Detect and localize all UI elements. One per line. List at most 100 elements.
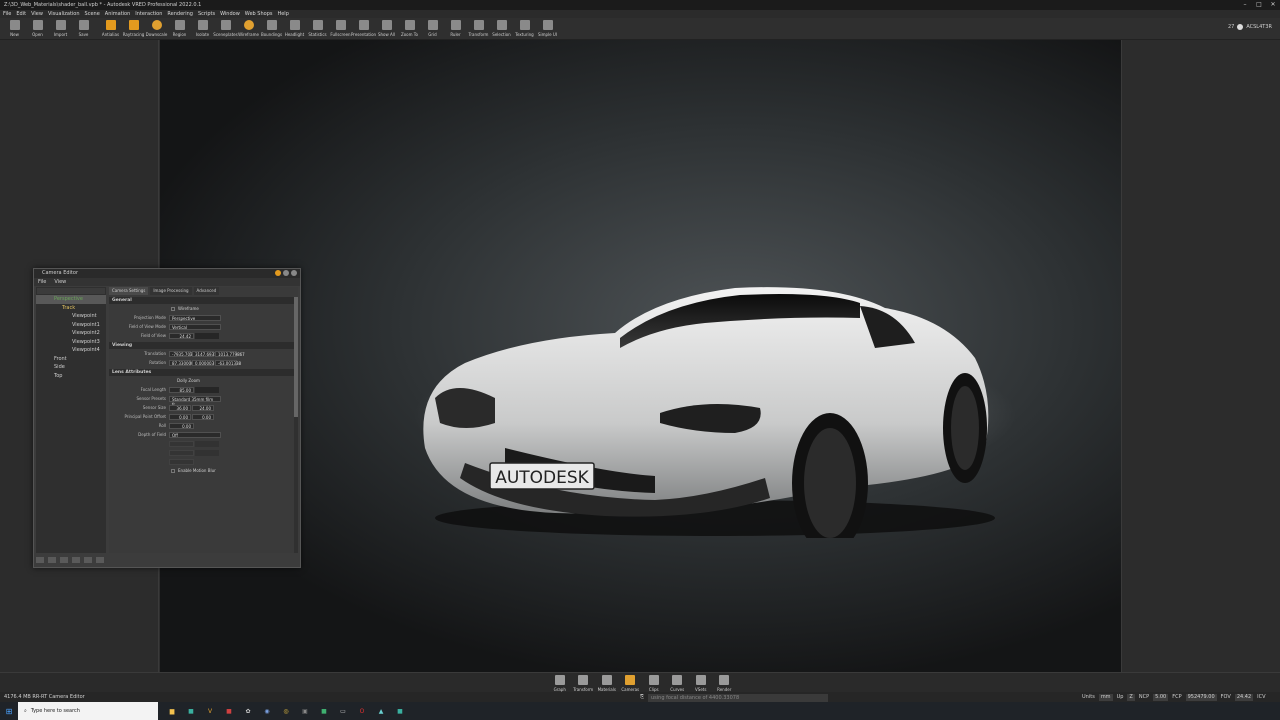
terminal-icon[interactable]: ⎘ [640, 692, 644, 702]
tree-item-track[interactable]: Track [36, 304, 106, 313]
dof-select[interactable]: Off [169, 431, 221, 438]
fcp-input[interactable]: 952479.00 [1185, 694, 1217, 701]
sensor-width-input[interactable]: 36.00 [169, 404, 191, 411]
record-icon[interactable] [96, 557, 104, 563]
app-icon-7[interactable]: ▣ [297, 703, 313, 719]
toolbar-new-button[interactable]: New [3, 18, 26, 40]
tree-item-viewpoint1[interactable]: Viewpoint1 [36, 321, 106, 330]
section-viewing[interactable]: Viewing [109, 342, 298, 349]
section-lens-attributes[interactable]: Lens Attributes [109, 369, 298, 376]
module-materials-button[interactable]: Materials [595, 673, 619, 692]
rotation-x-input[interactable]: 87.330000 [169, 359, 194, 366]
module-cameras-button[interactable]: Cameras [619, 673, 643, 692]
principal-x-input[interactable]: 0.00 [169, 413, 191, 420]
paste-icon[interactable] [84, 557, 92, 563]
app-icon-4[interactable]: ✿ [240, 703, 256, 719]
toolbar-ruler-button[interactable]: Ruler [444, 18, 467, 40]
toolbar-selection-button[interactable]: Selection [490, 18, 513, 40]
fov-input[interactable]: 24.42 [169, 332, 194, 339]
principal-y-input[interactable]: 0.00 [192, 413, 214, 420]
toolbar-downscale-button[interactable]: Downscale [145, 18, 168, 40]
chrome-icon[interactable]: ◎ [278, 703, 294, 719]
toolbar-headlight-button[interactable]: Headlight [283, 18, 306, 40]
toolbar-import-button[interactable]: Import [49, 18, 72, 40]
toolbar-boundings-button[interactable]: Boundings [260, 18, 283, 40]
app-icon-11[interactable]: ▲ [373, 703, 389, 719]
focal-length-input[interactable]: 85.00 [169, 386, 194, 393]
taskbar-search[interactable]: ⌕ Type here to search [18, 702, 158, 720]
tree-item-viewpoint3[interactable]: Viewpoint3 [36, 338, 106, 347]
menu-scene[interactable]: Scene [85, 10, 100, 18]
tree-item-side[interactable]: Side [36, 363, 106, 372]
toolbar-open-button[interactable]: Open [26, 18, 49, 40]
rotation-y-input[interactable]: 0.000003 [192, 359, 214, 366]
toolbar-raytracing-button[interactable]: Raytracing [122, 18, 145, 40]
menu-help[interactable]: Help [277, 10, 288, 18]
toolbar-wireframe-button[interactable]: Wireframe [237, 18, 260, 40]
toolbar-region-button[interactable]: Region [168, 18, 191, 40]
module-clips-button[interactable]: Clips [642, 673, 666, 692]
sensor-presets-select[interactable]: Standard 35mm film fr... [169, 395, 221, 407]
toolbar-grid-button[interactable]: Grid [421, 18, 444, 40]
projection-mode-select[interactable]: Perspective [169, 314, 221, 321]
app-icon-12[interactable]: ■ [392, 703, 408, 719]
camera-menu-file[interactable]: File [38, 278, 46, 286]
menu-web-shops[interactable]: Web Shops [245, 10, 273, 18]
ncp-input[interactable]: 5.00 [1153, 694, 1169, 701]
group-icon[interactable] [48, 557, 56, 563]
opera-icon[interactable]: O [354, 703, 370, 719]
toolbar-isolate-button[interactable]: Isolate [191, 18, 214, 40]
tree-item-viewpoint2[interactable]: Viewpoint2 [36, 329, 106, 338]
toolbar-antialias-button[interactable]: Antialias [99, 18, 122, 40]
toolbar-save-button[interactable]: Save [72, 18, 95, 40]
help-icon[interactable] [275, 270, 281, 276]
tree-item-perspective[interactable]: Perspective [36, 295, 106, 304]
menu-view[interactable]: View [31, 10, 43, 18]
terminal-app-icon[interactable]: ▭ [335, 703, 351, 719]
toolbar-texturing-button[interactable]: Texturing [513, 18, 536, 40]
toolbar-simple-ui-button[interactable]: Simple UI [536, 18, 559, 40]
menu-scripts[interactable]: Scripts [198, 10, 215, 18]
fov-mode-select[interactable]: Vertical [169, 323, 221, 330]
icv-label[interactable]: ICV [1257, 692, 1265, 702]
focal-length-slider[interactable] [195, 386, 219, 393]
toolbar-fullscreen-button[interactable]: Fullscreen [329, 18, 352, 40]
menu-window[interactable]: Window [220, 10, 240, 18]
app-icon-5[interactable]: ◉ [259, 703, 275, 719]
roll-input[interactable]: 0.00 [169, 422, 194, 429]
motion-blur-checkbox[interactable] [171, 468, 175, 473]
tree-item-front[interactable]: Front [36, 355, 106, 364]
tab-advanced[interactable]: Advanced [193, 287, 220, 295]
toolbar-show-all-button[interactable]: Show All [375, 18, 398, 40]
module-vsets-button[interactable]: VSets [689, 673, 713, 692]
menu-visualization[interactable]: Visualization [48, 10, 80, 18]
toolbar-presentation-button[interactable]: Presentation [351, 18, 376, 40]
module-render-button[interactable]: Render [713, 673, 737, 692]
fov-status-input[interactable]: 24.42 [1234, 694, 1254, 701]
tree-search-input[interactable] [37, 288, 105, 294]
delete-icon[interactable] [60, 557, 68, 563]
up-select[interactable]: Z [1127, 694, 1135, 701]
render-viewport[interactable]: AUTODESK [160, 40, 1121, 672]
units-select[interactable]: mm [1098, 694, 1113, 701]
app-icon-1[interactable]: ■ [183, 703, 199, 719]
menu-rendering[interactable]: Rendering [167, 10, 193, 18]
module-curves-button[interactable]: Curves [666, 673, 690, 692]
close-icon[interactable] [291, 270, 297, 276]
menu-interaction[interactable]: Interaction [135, 10, 162, 18]
copy-icon[interactable] [72, 557, 80, 563]
windows-start-icon[interactable]: ⊞ [0, 702, 18, 720]
close-icon[interactable]: ✕ [1266, 0, 1280, 10]
app-icon-3[interactable]: ■ [221, 703, 237, 719]
menu-edit[interactable]: Edit [16, 10, 26, 18]
translation-x-input[interactable]: -7935.703586 [169, 350, 200, 357]
sensor-height-input[interactable]: 24.00 [192, 404, 214, 411]
toolbar-transform-button[interactable]: Transform [467, 18, 490, 40]
vred-icon[interactable]: V [202, 703, 218, 719]
maximize-icon[interactable]: □ [1252, 0, 1266, 10]
properties-scrollbar[interactable] [294, 297, 298, 553]
toolbar-statistics-button[interactable]: Statistics [306, 18, 329, 40]
scrollbar-thumb[interactable] [294, 297, 298, 417]
file-explorer-icon[interactable]: ▆ [164, 703, 180, 719]
tree-item-top[interactable]: Top [36, 372, 106, 381]
